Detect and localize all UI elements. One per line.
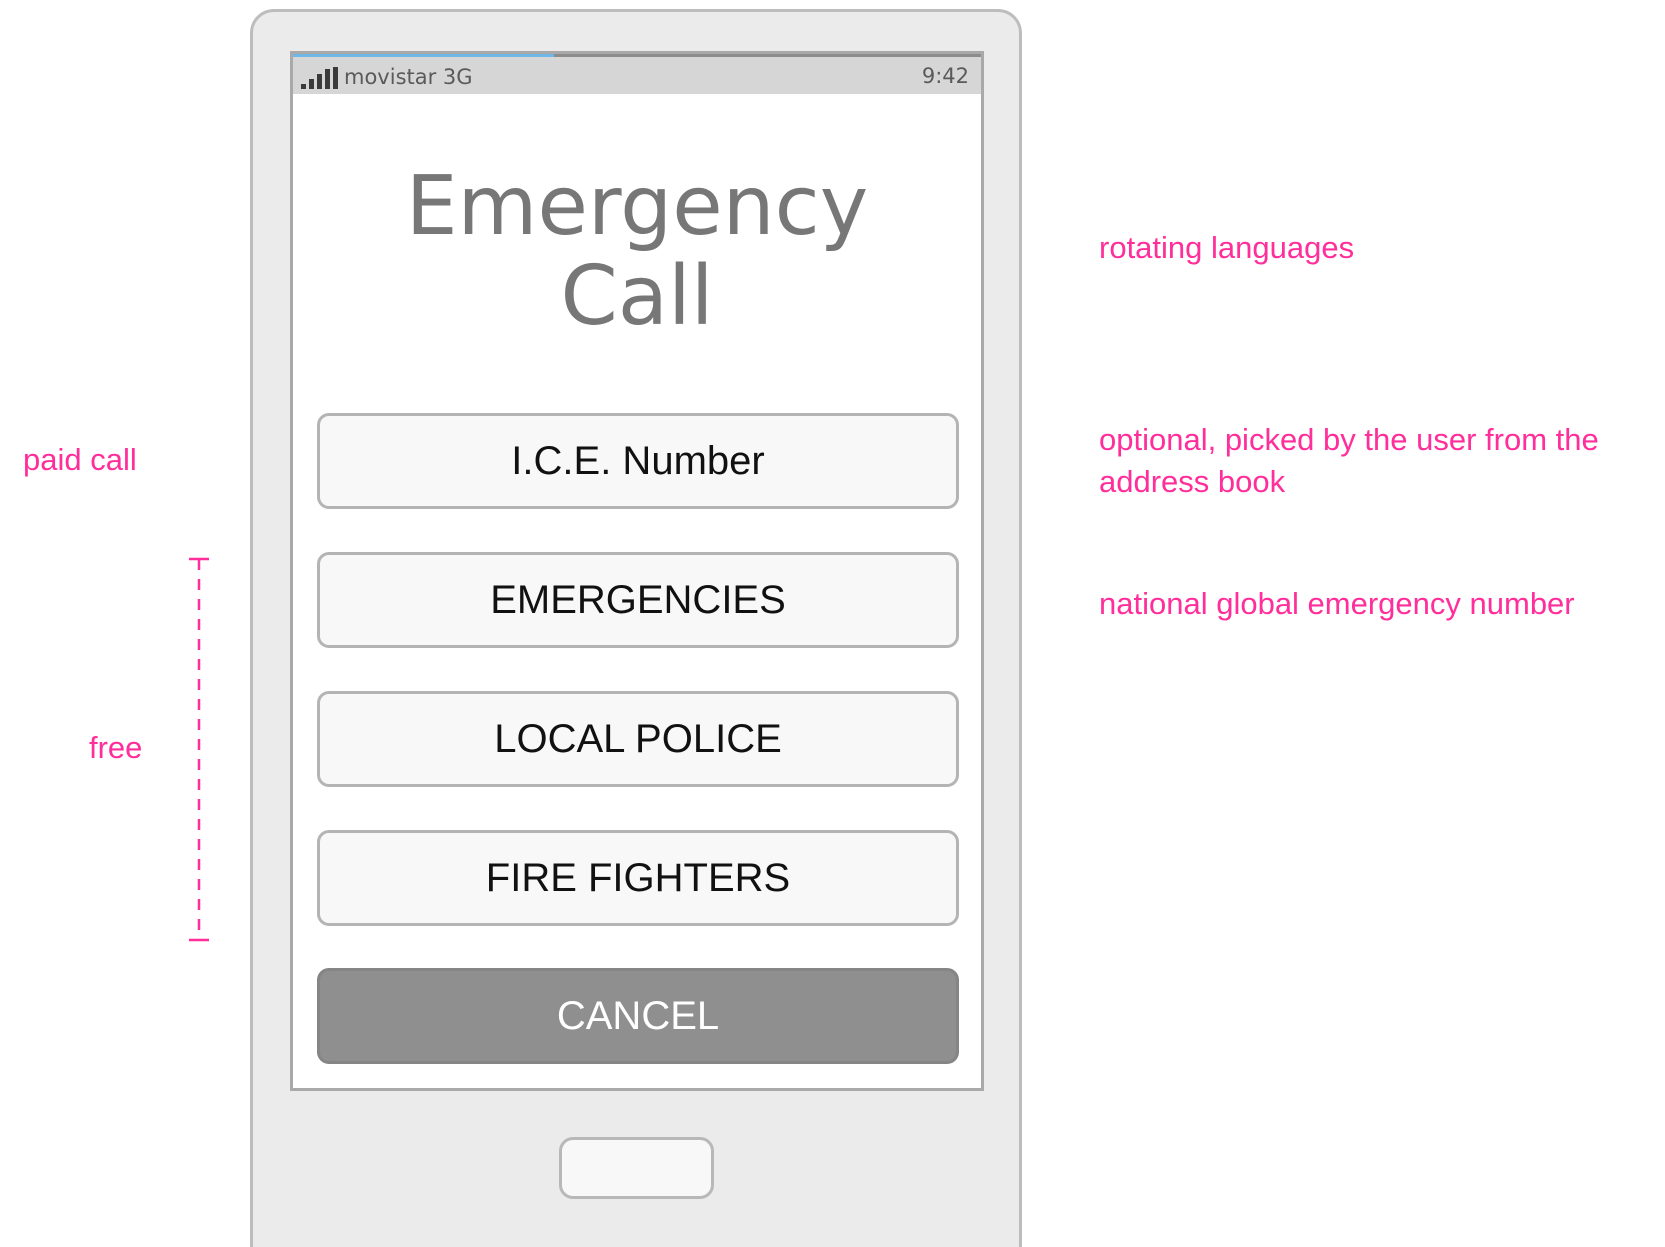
status-bar: movistar 3G 9:42 <box>293 54 981 94</box>
clock: 9:42 <box>921 64 969 88</box>
title-line-1: Emergency <box>405 159 869 254</box>
page-title: Emergency Call <box>293 162 981 342</box>
ice-note-line-1: optional, picked by the user from the <box>1099 422 1599 457</box>
ice-number-button[interactable]: I.C.E. Number <box>317 413 959 509</box>
ice-note-line-2: address book <box>1099 464 1286 499</box>
status-progress-indicator <box>293 54 554 57</box>
cancel-button[interactable]: CANCEL <box>317 968 959 1064</box>
signal-bars-icon <box>301 67 338 89</box>
phone-screen: movistar 3G 9:42 Emergency Call I.C.E. N… <box>290 51 984 1091</box>
mockup-canvas: paid call free movistar 3G 9:42 Emergenc… <box>0 0 1665 1247</box>
local-police-button[interactable]: LOCAL POLICE <box>317 691 959 787</box>
paid-call-annotation: paid call <box>23 442 137 477</box>
emergencies-button[interactable]: EMERGENCIES <box>317 552 959 648</box>
free-annotation: free <box>89 730 143 765</box>
rotating-languages-annotation: rotating languages <box>1099 230 1355 265</box>
title-line-2: Call <box>560 249 714 344</box>
free-range-bracket <box>189 557 209 942</box>
home-button[interactable] <box>559 1137 714 1199</box>
carrier-label: movistar 3G <box>344 65 473 89</box>
national-number-annotation: national global emergency number <box>1099 586 1575 621</box>
fire-fighters-button[interactable]: FIRE FIGHTERS <box>317 830 959 926</box>
